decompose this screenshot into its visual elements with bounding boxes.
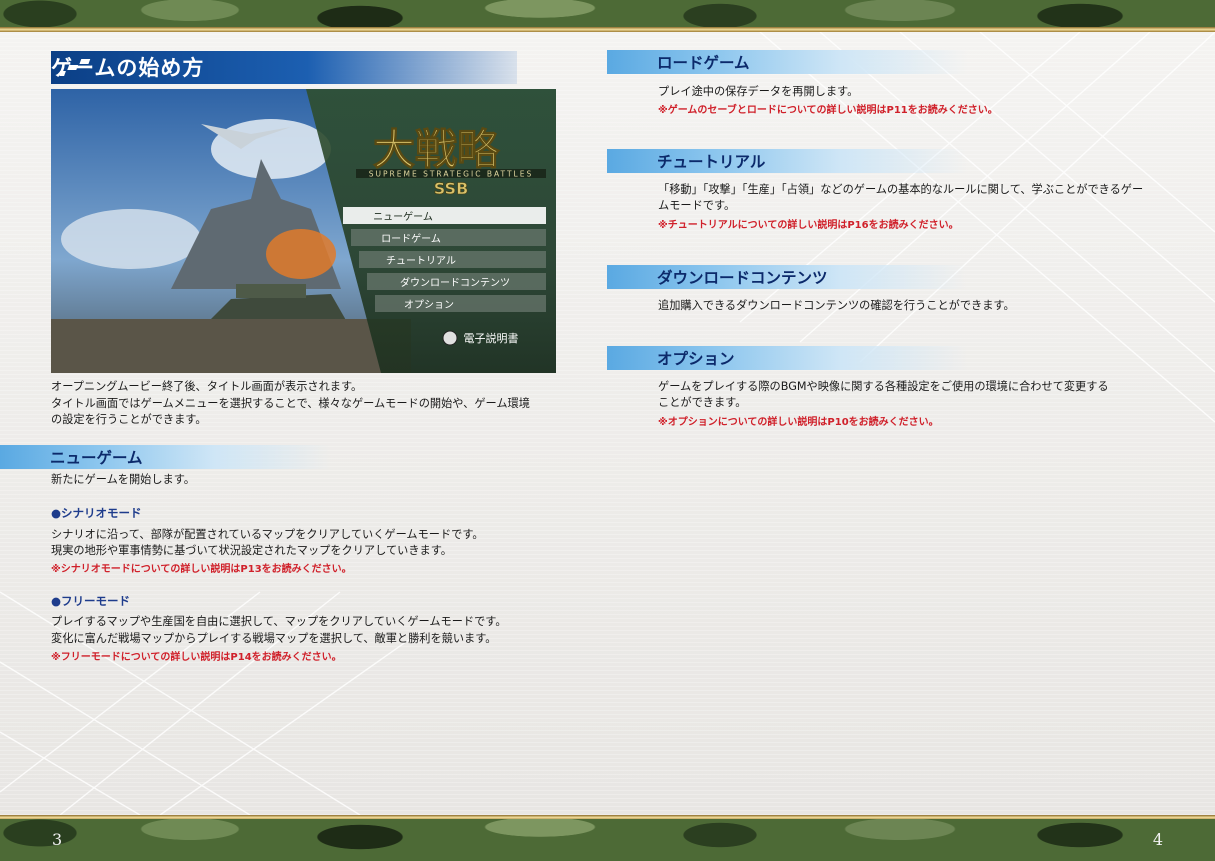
tutorial-line-1: 「移動」「攻撃」「生産」「占領」などのゲームの基本的なルールに関して、学ぶことが… [658,183,1144,196]
section-heading: ニューゲーム [50,449,143,467]
page-number-left: 3 [52,830,63,849]
scenario-mode-title: ●シナリオモード [51,506,142,520]
option-note: ※オプションについての詳しい説明はP10をお読みください。 [658,417,939,428]
menu-item-tutorial: チュートリアル [386,255,456,267]
tutorial-note: ※チュートリアルについての詳しい説明はP16をお読みください。 [658,220,959,231]
menu-item-loadgame: ロードゲーム [381,233,441,245]
section-heading: ダウンロードコンテンツ [657,269,828,287]
section-heading: ロードゲーム [657,54,750,72]
intro-line-3: の設定を行うことができます。 [51,413,207,426]
section-heading: チュートリアル [657,153,766,171]
free-note: ※フリーモードについての詳しい説明はP14をお読みください。 [51,652,342,663]
menu-item-newgame: ニューゲーム [373,211,433,223]
scenario-note: ※シナリオモードについての詳しい説明はP13をお読みください。 [51,564,352,575]
section-tutorial: チュートリアル [607,149,967,173]
menu-item-option: オプション [404,299,454,311]
section-heading: オプション [657,350,735,368]
section-dlc: ダウンロードコンテンツ [607,265,967,289]
camo-bottom-border [0,819,1215,861]
title-screen-image: 大戦略 SUPREME STRATEGIC BATTLES SSB ニューゲーム… [51,89,556,373]
intro-line-2: タイトル画面ではゲームメニューを選択することで、様々なゲームモードの開始や、ゲー… [51,397,530,410]
dlc-line-1: 追加購入できるダウンロードコンテンツの確認を行うことができます。 [658,299,1015,312]
page-title: ゲームの始め方 [51,55,205,80]
free-line-1: プレイするマップや生産国を自由に選択して、マップをクリアしていくゲームモードです… [51,615,507,628]
camo-top-border [0,0,1215,28]
load-line-1: プレイ途中の保存データを再開します。 [658,85,859,98]
option-line-2: ことができます。 [658,396,747,409]
free-mode-title: ●フリーモード [51,594,131,608]
scenario-line-1: シナリオに沿って、部隊が配置されているマップをクリアしていくゲームモードです。 [51,528,484,541]
load-note: ※ゲームのセーブとロードについての詳しい説明はP11をお読みください。 [658,105,998,116]
game-logo-subtitle: SUPREME STRATEGIC BATTLES [369,170,533,179]
main-title-banner: ゲームの始め方 [51,51,517,84]
manual-icon [442,330,458,346]
newgame-desc: 新たにゲームを開始します。 [51,473,195,486]
scenario-line-2: 現実の地形や軍事情勢に基づいて状況設定されたマップをクリアしていきます。 [51,544,452,557]
section-newgame: ニューゲーム [0,445,330,469]
section-loadgame: ロードゲーム [607,50,967,74]
free-line-2: 変化に富んだ戦場マップからプレイする戦場マップを選択して、敵軍と勝利を競います。 [51,632,497,645]
menu-item-dlc: ダウンロードコンテンツ [400,276,510,289]
tutorial-line-2: ムモードです。 [658,199,736,212]
option-line-1: ゲームをプレイする際のBGMや映像に関する各種設定をご使用の環境に合わせて変更す… [658,380,1109,393]
game-logo: 大戦略 [373,125,500,174]
manual-label: 電子説明書 [464,331,519,345]
page-number-right: 4 [1152,830,1163,849]
section-option: オプション [607,346,967,370]
intro-line-1: オープニングムービー終了後、タイトル画面が表示されます。 [51,380,363,393]
game-logo-ssb: SSB [434,179,469,198]
